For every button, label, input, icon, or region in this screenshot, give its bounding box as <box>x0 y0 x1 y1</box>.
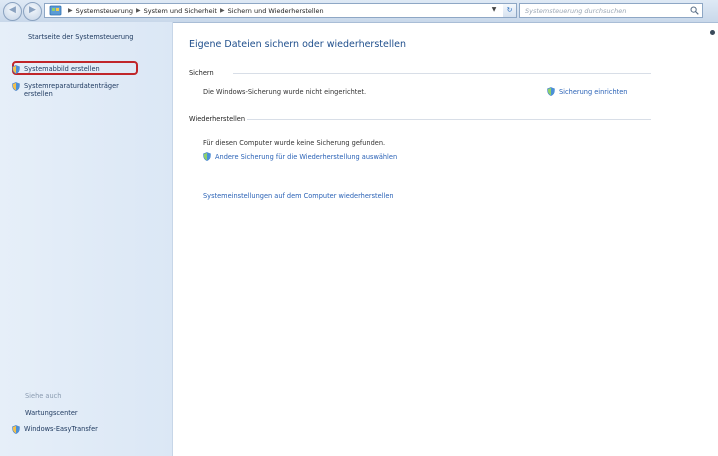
select-other-backup-label: Andere Sicherung für die Wiederherstellu… <box>215 152 398 161</box>
back-button[interactable]: ◀ <box>3 2 22 21</box>
forward-button[interactable]: ▶ <box>23 2 42 21</box>
search-box[interactable]: Systemsteuerung durchsuchen <box>519 3 703 18</box>
breadcrumb-systemsteuerung[interactable]: Systemsteuerung <box>76 7 133 15</box>
restore-system-settings-link[interactable]: Systemeinstellungen auf dem Computer wie… <box>203 192 394 200</box>
backup-status-text: Die Windows-Sicherung wurde nicht einger… <box>203 88 367 96</box>
address-dropdown-button[interactable]: ▼ <box>488 4 500 16</box>
task-label: Windows-EasyTransfer <box>24 425 98 433</box>
breadcrumb-sichern-wiederherstellen[interactable]: Sichern und Wiederherstellen <box>228 7 324 15</box>
refresh-button[interactable]: ↻ <box>503 3 517 18</box>
control-panel-home-link[interactable]: Startseite der Systemsteuerung <box>28 33 133 41</box>
task-label: Systemreparaturdatenträger erstellen <box>24 82 119 98</box>
task-create-repair-disc[interactable]: Systemreparaturdatenträger erstellen <box>12 82 119 98</box>
navigation-bar: ◀ ▶ ▶ Systemsteuerung ▶ System und Siche… <box>0 0 718 23</box>
setup-backup-link[interactable]: Sicherung einrichten <box>547 87 627 96</box>
refresh-icon: ↻ <box>506 6 513 14</box>
shield-icon <box>203 152 211 161</box>
restore-section-heading: Wiederherstellen <box>189 115 246 123</box>
arrow-right-icon: ▶ <box>29 5 36 15</box>
control-panel-icon <box>49 5 62 16</box>
task-pane: Startseite der Systemsteuerung Systemabb… <box>0 22 173 456</box>
breadcrumb-separator-icon: ▶ <box>68 7 73 14</box>
section-divider <box>247 119 651 120</box>
shield-icon <box>547 87 555 96</box>
easy-transfer-link[interactable]: Windows-EasyTransfer <box>12 425 154 434</box>
see-also-heading: Siehe auch <box>25 392 62 400</box>
content-area: Eigene Dateien sichern oder wiederherste… <box>173 22 718 456</box>
task-label: Systemabbild erstellen <box>24 65 100 73</box>
backup-section-heading: Sichern <box>189 69 214 77</box>
restore-status-text: Für diesen Computer wurde keine Sicherun… <box>203 139 386 147</box>
arrow-left-icon: ◀ <box>9 5 16 15</box>
action-center-link[interactable]: Wartungscenter <box>25 409 78 417</box>
address-bar[interactable]: ▶ Systemsteuerung ▶ System und Sicherhei… <box>44 3 512 18</box>
breadcrumb-separator-icon: ▶ <box>135 7 141 14</box>
shield-icon <box>12 65 20 74</box>
search-placeholder: Systemsteuerung durchsuchen <box>525 7 627 15</box>
page-title: Eigene Dateien sichern oder wiederherste… <box>189 39 407 50</box>
section-divider <box>233 73 651 74</box>
task-create-system-image[interactable]: Systemabbild erstellen <box>12 65 154 74</box>
select-other-backup-link[interactable]: Andere Sicherung für die Wiederherstellu… <box>203 152 397 161</box>
shield-icon <box>12 82 20 91</box>
breadcrumb-separator-icon: ▶ <box>220 7 225 14</box>
setup-backup-label: Sicherung einrichten <box>559 87 628 96</box>
breadcrumb-system-sicherheit[interactable]: System und Sicherheit <box>144 7 217 15</box>
shield-icon <box>12 425 20 434</box>
search-icon[interactable] <box>690 6 699 15</box>
